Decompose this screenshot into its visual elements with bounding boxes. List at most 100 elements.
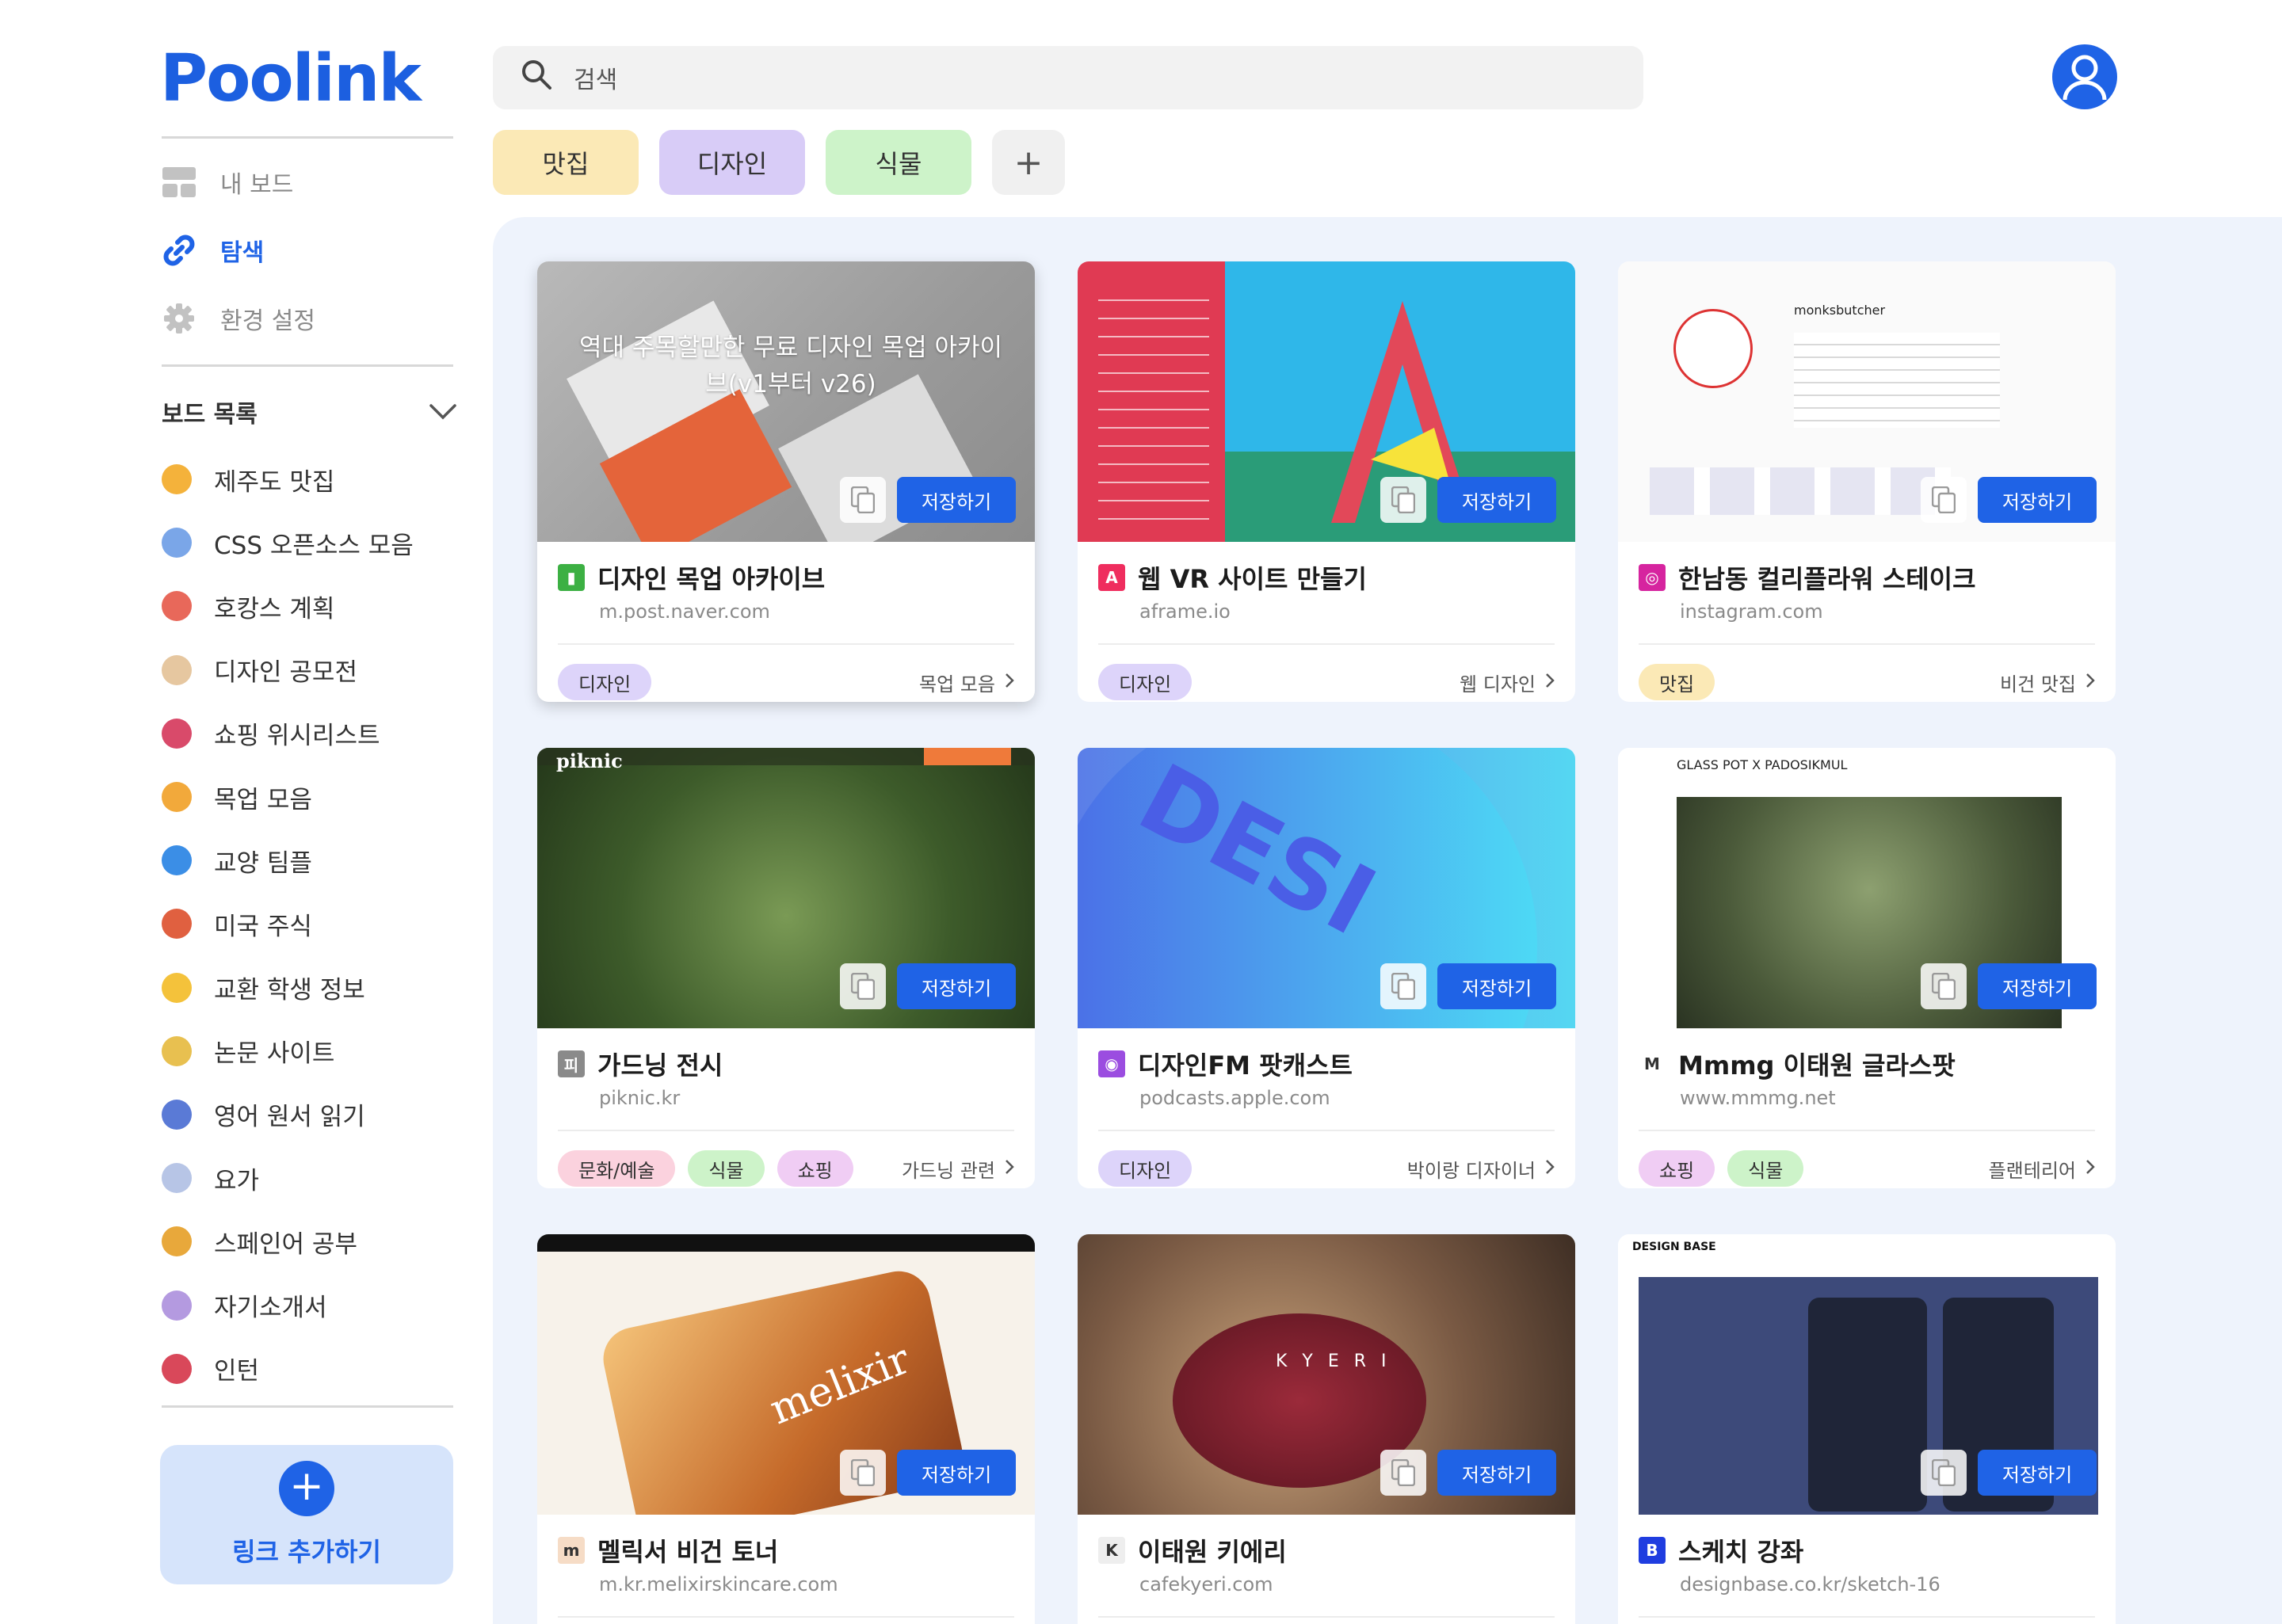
kyeri-icon: K bbox=[1098, 1537, 1125, 1564]
chevron-right-icon bbox=[1005, 1157, 1014, 1180]
copy-icon[interactable] bbox=[840, 1450, 886, 1496]
card-board-link[interactable]: 비건 맛집 bbox=[2000, 669, 2095, 696]
card-title[interactable]: Mmmg 이태원 글라스팟 bbox=[1678, 1046, 1956, 1082]
card-title[interactable]: 멜릭서 비건 토너 bbox=[597, 1532, 778, 1569]
search-bar[interactable]: 검색 bbox=[493, 46, 1643, 109]
link-card[interactable]: piknic 저장하기 피 가드닝 전시 piknic.kr 문화/예술 식물 쇼핑… bbox=[537, 748, 1035, 1188]
save-button[interactable]: 저장하기 bbox=[1978, 963, 2097, 1009]
save-button[interactable]: 저장하기 bbox=[1437, 477, 1556, 523]
copy-icon[interactable] bbox=[1921, 963, 1967, 1009]
card-title[interactable]: 디자인FM 팟캐스트 bbox=[1138, 1046, 1353, 1082]
card-board-link[interactable]: 웹 디자인 bbox=[1460, 669, 1555, 696]
link-thumbnail[interactable]: DESIGN BASE 저장하기 bbox=[1618, 1234, 2116, 1515]
board-item[interactable]: CSS 오픈소스 모음 bbox=[162, 511, 456, 574]
board-item-label: 논문 사이트 bbox=[214, 1039, 335, 1069]
copy-icon[interactable] bbox=[1380, 1450, 1426, 1496]
link-card[interactable]: 저장하기 A 웹 VR 사이트 만들기 aframe.io 디자인 웹 디자인 bbox=[1078, 261, 1575, 702]
link-thumbnail[interactable]: 저장하기 bbox=[1078, 261, 1575, 542]
board-list-header[interactable]: 보드 목록 bbox=[162, 395, 456, 429]
card-board-link[interactable]: 박이랑 디자이너 bbox=[1407, 1155, 1555, 1183]
board-item[interactable]: 인턴 bbox=[162, 1337, 456, 1401]
tag-badge[interactable]: 식물 bbox=[688, 1150, 765, 1187]
board-item-label: 교양 팀플 bbox=[214, 848, 312, 878]
tag-badge[interactable]: 디자인 bbox=[1098, 1150, 1193, 1187]
mmmg-icon: M bbox=[1639, 1050, 1666, 1077]
nav-settings[interactable]: 환경 설정 bbox=[162, 301, 315, 336]
copy-icon[interactable] bbox=[1921, 477, 1967, 523]
copy-icon[interactable] bbox=[1921, 1450, 1967, 1496]
board-item[interactable]: 교양 팀플 bbox=[162, 829, 456, 892]
board-item[interactable]: 목업 모음 bbox=[162, 765, 456, 829]
board-item[interactable]: 영어 원서 읽기 bbox=[162, 1083, 456, 1146]
nav-my-board[interactable]: 내 보드 bbox=[162, 165, 293, 200]
tag-badge[interactable]: 쇼핑 bbox=[1639, 1150, 1715, 1187]
nav-settings-label: 환경 설정 bbox=[220, 307, 315, 335]
link-card[interactable]: 역대 주목할만한 무료 디자인 목업 아카이브(v1부터 v26) 저장하기 ▮… bbox=[537, 261, 1035, 702]
save-button[interactable]: 저장하기 bbox=[897, 477, 1016, 523]
card-title[interactable]: 디자인 목업 아카이브 bbox=[597, 559, 825, 596]
card-board-link[interactable]: 목업 모음 bbox=[919, 669, 1014, 696]
link-thumbnail[interactable]: monksbutcher 저장하기 bbox=[1618, 261, 2116, 542]
profile-avatar-icon[interactable] bbox=[2052, 44, 2117, 109]
tag-badge[interactable]: 디자인 bbox=[1098, 664, 1193, 700]
tag-badge[interactable]: 문화/예술 bbox=[558, 1150, 676, 1187]
link-card[interactable]: monksbutcher 저장하기 ◎ 한남동 컬리플라워 스테이크 insta… bbox=[1618, 261, 2116, 702]
link-card[interactable]: GLASS POT X PADOSIKMUL 저장하기 M Mmmg 이태원 글… bbox=[1618, 748, 2116, 1188]
board-emoji-icon bbox=[162, 528, 192, 558]
copy-icon[interactable] bbox=[840, 477, 886, 523]
link-thumbnail[interactable]: 역대 주목할만한 무료 디자인 목업 아카이브(v1부터 v26) 저장하기 bbox=[537, 261, 1035, 542]
link-thumbnail[interactable]: melixir 저장하기 bbox=[537, 1234, 1035, 1515]
chevron-down-icon[interactable] bbox=[429, 398, 456, 426]
board-item[interactable]: 스페인어 공부 bbox=[162, 1210, 456, 1273]
thumb-caption: GLASS POT X PADOSIKMUL bbox=[1677, 757, 1848, 772]
card-title[interactable]: 이태원 키에리 bbox=[1138, 1532, 1287, 1569]
nav-explore[interactable]: 탐색 bbox=[162, 233, 264, 268]
save-button[interactable]: 저장하기 bbox=[1437, 963, 1556, 1009]
save-button[interactable]: 저장하기 bbox=[1437, 1450, 1556, 1496]
card-title[interactable]: 한남동 컬리플라워 스테이크 bbox=[1678, 559, 1976, 596]
link-card[interactable]: melixir 저장하기 m 멜릭서 비건 토너 m.kr.melixirski… bbox=[537, 1234, 1035, 1624]
board-item[interactable]: 요가 bbox=[162, 1146, 456, 1210]
board-item[interactable]: 디자인 공모전 bbox=[162, 639, 456, 702]
link-thumbnail[interactable]: DESI 저장하기 bbox=[1078, 748, 1575, 1028]
add-link-button[interactable]: + 링크 추가하기 bbox=[160, 1445, 453, 1584]
search-input[interactable]: 검색 bbox=[574, 60, 617, 95]
board-item[interactable]: 자기소개서 bbox=[162, 1273, 456, 1336]
save-button[interactable]: 저장하기 bbox=[1978, 477, 2097, 523]
link-card[interactable]: DESI 저장하기 ◉ 디자인FM 팟캐스트 podcasts.apple.co… bbox=[1078, 748, 1575, 1188]
tag-badge[interactable]: 식물 bbox=[1727, 1150, 1804, 1187]
card-board-link[interactable]: 플랜테리어 bbox=[1989, 1155, 2095, 1183]
link-card[interactable]: K Y E R I 저장하기 K 이태원 키에리 cafekyeri.com bbox=[1078, 1234, 1575, 1624]
copy-icon[interactable] bbox=[840, 963, 886, 1009]
board-item[interactable]: 미국 주식 bbox=[162, 892, 456, 955]
card-title[interactable]: 웹 VR 사이트 만들기 bbox=[1138, 559, 1367, 596]
board-item-label: CSS 오픈소스 모음 bbox=[214, 531, 414, 560]
app-logo[interactable]: Poolink bbox=[160, 41, 422, 116]
tag-badge[interactable]: 쇼핑 bbox=[777, 1150, 853, 1187]
link-thumbnail[interactable]: GLASS POT X PADOSIKMUL 저장하기 bbox=[1618, 748, 2116, 1028]
tag-badge[interactable]: 디자인 bbox=[558, 664, 652, 700]
save-button[interactable]: 저장하기 bbox=[897, 963, 1016, 1009]
board-item[interactable]: 호캉스 계획 bbox=[162, 574, 456, 638]
card-board-link[interactable]: 가드닝 관련 bbox=[902, 1155, 1014, 1183]
card-title[interactable]: 가드닝 전시 bbox=[597, 1046, 723, 1082]
copy-icon[interactable] bbox=[1380, 963, 1426, 1009]
save-button[interactable]: 저장하기 bbox=[897, 1450, 1016, 1496]
filter-chip[interactable]: 디자인 bbox=[659, 130, 805, 195]
board-item[interactable]: 교환 학생 정보 bbox=[162, 956, 456, 1020]
link-card[interactable]: DESIGN BASE 저장하기 B 스케치 강좌 designbase.co.… bbox=[1618, 1234, 2116, 1624]
board-item[interactable]: 제주도 맛집 bbox=[162, 448, 456, 511]
card-url: instagram.com bbox=[1680, 600, 1823, 623]
board-item[interactable]: 쇼핑 위시리스트 bbox=[162, 702, 456, 765]
link-thumbnail[interactable]: piknic 저장하기 bbox=[537, 748, 1035, 1028]
save-button[interactable]: 저장하기 bbox=[1978, 1450, 2097, 1496]
card-title[interactable]: 스케치 강좌 bbox=[1678, 1532, 1803, 1569]
copy-icon[interactable] bbox=[1380, 477, 1426, 523]
filter-chip[interactable]: 식물 bbox=[826, 130, 971, 195]
filter-chip[interactable]: 맛집 bbox=[493, 130, 639, 195]
tag-badge[interactable]: 맛집 bbox=[1639, 664, 1715, 700]
board-item[interactable]: 논문 사이트 bbox=[162, 1020, 456, 1083]
add-chip-button[interactable]: + bbox=[992, 130, 1065, 195]
divider bbox=[558, 1130, 1014, 1131]
link-thumbnail[interactable]: K Y E R I 저장하기 bbox=[1078, 1234, 1575, 1515]
